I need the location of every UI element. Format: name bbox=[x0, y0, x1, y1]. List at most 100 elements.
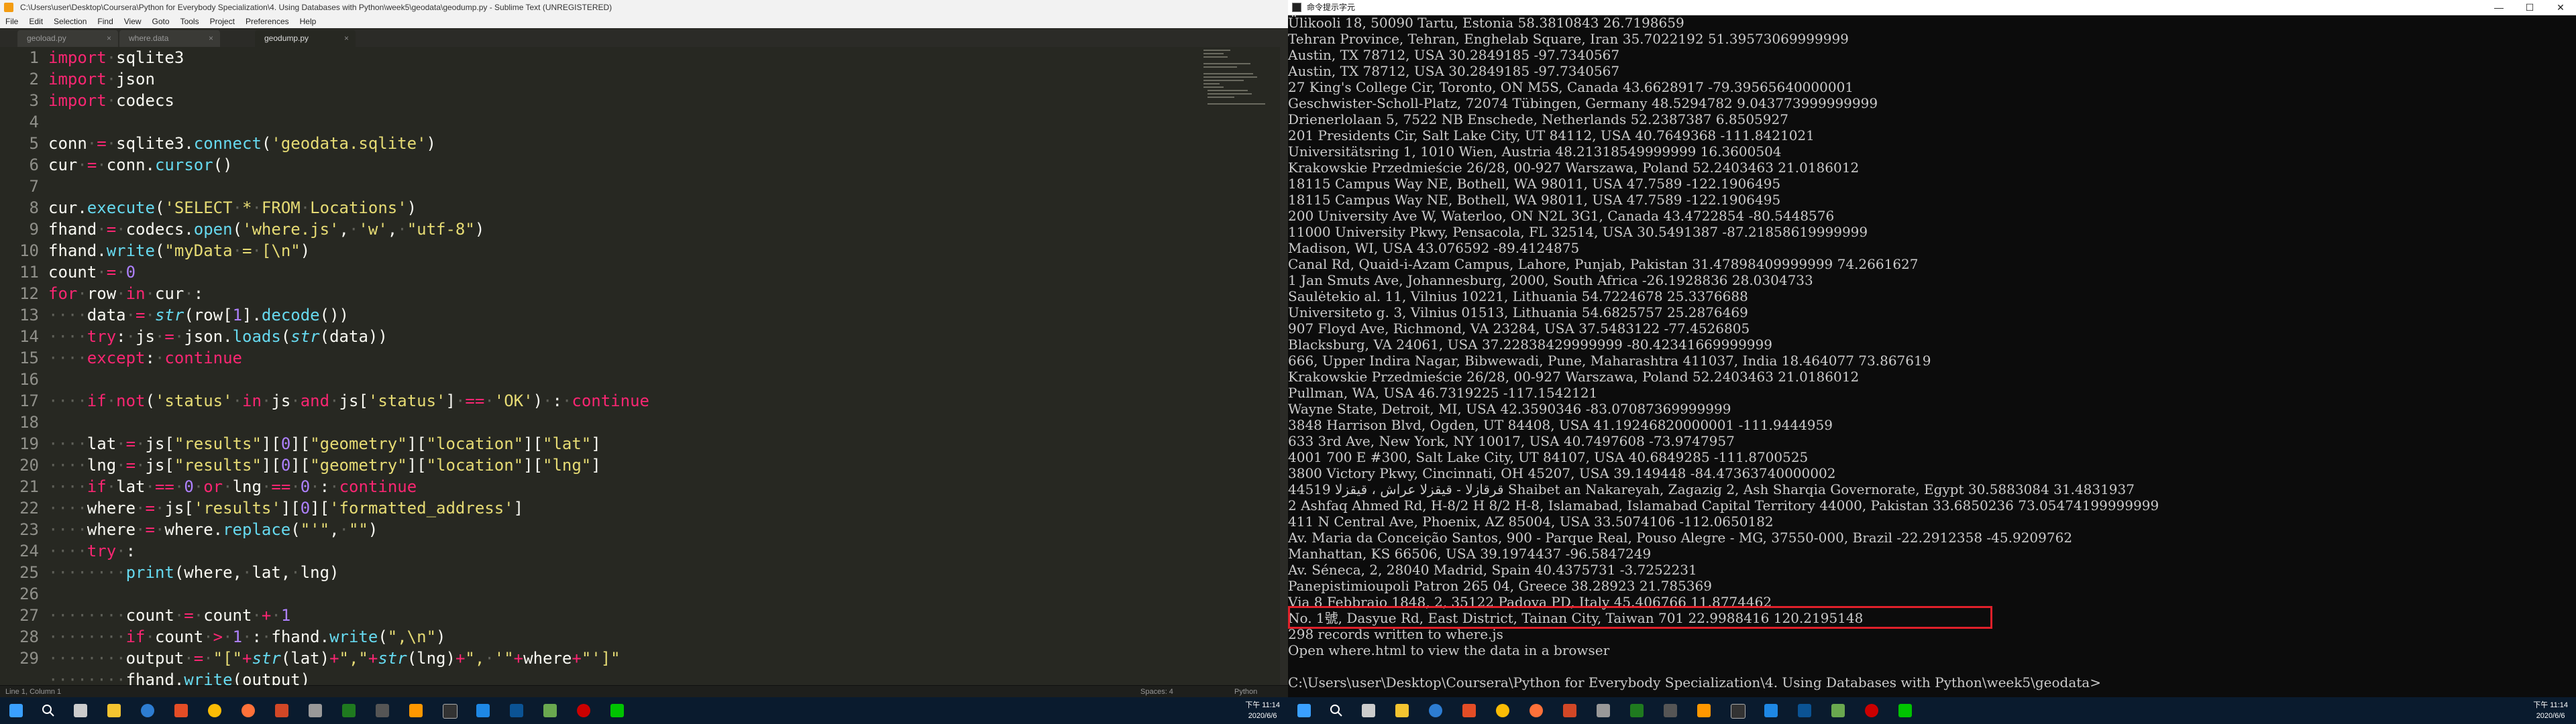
file-explorer-icon[interactable] bbox=[107, 704, 121, 717]
app-icon[interactable] bbox=[1597, 704, 1610, 717]
windows-start-icon[interactable] bbox=[1297, 704, 1311, 717]
app-icon[interactable] bbox=[275, 704, 288, 717]
cmd-taskbar-icon[interactable] bbox=[1731, 704, 1746, 719]
edge-icon[interactable] bbox=[141, 704, 154, 717]
menu-goto[interactable]: Goto bbox=[147, 15, 175, 28]
line-number: 29 bbox=[19, 649, 39, 668]
sublime-title: C:\Users\user\Desktop\Coursera\Python fo… bbox=[20, 3, 612, 12]
console-prompt[interactable]: C:\Users\user\Desktop\Coursera\Python fo… bbox=[1288, 674, 2101, 690]
line-number: 21 bbox=[19, 477, 39, 496]
clock-time: 下午 11:14 bbox=[2533, 701, 2568, 709]
tab-geodump[interactable]: geodump.py × bbox=[255, 30, 356, 47]
firefox-icon[interactable] bbox=[241, 704, 255, 717]
line-number: 16 bbox=[19, 370, 39, 389]
code-line: ········output·=·"["+str(lat)+","+str(ln… bbox=[48, 649, 621, 668]
maximize-icon[interactable]: ☐ bbox=[2514, 0, 2545, 15]
code-line: cur.execute('SELECT·*·FROM·Locations') bbox=[48, 198, 417, 217]
minimap[interactable] bbox=[1201, 47, 1268, 154]
menu-find[interactable]: Find bbox=[92, 15, 118, 28]
app-icon[interactable] bbox=[1563, 704, 1576, 717]
close-icon[interactable]: × bbox=[107, 30, 111, 47]
menu-tools[interactable]: Tools bbox=[175, 15, 205, 28]
app-icon[interactable] bbox=[1831, 704, 1845, 717]
menu-file[interactable]: File bbox=[0, 15, 23, 28]
app-icon[interactable] bbox=[1630, 704, 1644, 717]
sublime-taskbar-icon[interactable] bbox=[1697, 704, 1711, 717]
app-icon[interactable] bbox=[1798, 704, 1811, 717]
app-icon[interactable] bbox=[342, 704, 356, 717]
firefox-icon[interactable] bbox=[1529, 704, 1543, 717]
sublime-taskbar-icon[interactable] bbox=[409, 704, 423, 717]
menu-preferences[interactable]: Preferences bbox=[240, 15, 294, 28]
clock[interactable]: 下午 11:14 2020/6/6 bbox=[1245, 700, 1280, 721]
tab-where-data[interactable]: where.data × bbox=[119, 30, 220, 47]
console-line: 18115 Campus Way NE, Bothell, WA 98011, … bbox=[1288, 192, 1781, 208]
task-view-icon[interactable] bbox=[74, 704, 87, 717]
app-icon[interactable] bbox=[376, 704, 389, 717]
app-icon[interactable] bbox=[309, 704, 322, 717]
code-line: ····lng·=·js["results"][0]["geometry"]["… bbox=[48, 456, 601, 475]
line-number: 25 bbox=[19, 563, 39, 582]
console-line: 200 University Ave W, Waterloo, ON N2L 3… bbox=[1288, 208, 1835, 224]
windows-start-icon[interactable] bbox=[9, 704, 23, 717]
menu-help[interactable]: Help bbox=[294, 15, 322, 28]
app-icon[interactable] bbox=[510, 704, 523, 717]
cmd-taskbar-icon[interactable] bbox=[443, 704, 458, 719]
editor-scrollbar[interactable] bbox=[1280, 47, 1288, 685]
console-line: Universiteto g. 3, Vilnius 01513, Lithua… bbox=[1288, 304, 1748, 320]
app-icon[interactable] bbox=[1664, 704, 1677, 717]
app-icon[interactable] bbox=[543, 704, 557, 717]
console-line: Av. Maria da Conceição Santos, 900 - Par… bbox=[1288, 530, 2073, 546]
edge-icon[interactable] bbox=[1429, 704, 1442, 717]
minimize-icon[interactable]: — bbox=[2483, 0, 2514, 15]
office-icon[interactable] bbox=[1462, 704, 1476, 717]
tab-bar: ◂▸ geoload.py× where.data× geodump.py× bbox=[0, 28, 1288, 70]
search-icon[interactable] bbox=[42, 704, 55, 717]
line-number: 14 bbox=[19, 327, 39, 346]
close-icon[interactable]: × bbox=[344, 30, 349, 47]
app-icon[interactable] bbox=[1764, 704, 1778, 717]
code-line: ········count·=·count·+·1 bbox=[48, 606, 291, 625]
app-icon[interactable] bbox=[1865, 704, 1878, 717]
chrome-icon[interactable] bbox=[1496, 704, 1509, 717]
line-icon[interactable] bbox=[610, 704, 624, 717]
clock-date: 2020/6/6 bbox=[2536, 712, 2565, 720]
app-icon[interactable] bbox=[476, 704, 490, 717]
menu-edit[interactable]: Edit bbox=[23, 15, 48, 28]
code-editor[interactable]: 1 2 3 4 5 6 7 8 9 10 11 12 13 14 15 16 1… bbox=[0, 47, 1288, 689]
highlight-box bbox=[1288, 606, 1992, 629]
console-line: Geschwister-Scholl-Platz, 72074 Tübingen… bbox=[1288, 95, 1878, 111]
line-number: 26 bbox=[19, 585, 39, 603]
console-line: Panepistimioupoli Patron 265 04, Greece … bbox=[1288, 578, 1712, 594]
line-number: 3 bbox=[29, 91, 39, 110]
line-icon[interactable] bbox=[1898, 704, 1912, 717]
search-icon[interactable] bbox=[1330, 704, 1343, 717]
console-line: 201 Presidents Cir, Salt Lake City, UT 8… bbox=[1288, 127, 1815, 143]
code-line: import·codecs bbox=[48, 91, 174, 110]
console-line: Manhattan, KS 66506, USA 39.1974437 -96.… bbox=[1288, 546, 1652, 562]
office-icon[interactable] bbox=[174, 704, 188, 717]
line-number: 11 bbox=[19, 263, 39, 282]
status-indentation[interactable]: Spaces: 4 bbox=[1140, 686, 1173, 697]
console-line: 907 Floyd Ave, Richmond, VA 23284, USA 3… bbox=[1288, 320, 1750, 337]
console-line: 27 King's College Cir, Toronto, ON M5S, … bbox=[1288, 79, 1854, 95]
chrome-icon[interactable] bbox=[208, 704, 221, 717]
task-view-icon[interactable] bbox=[1362, 704, 1375, 717]
close-icon[interactable]: ✕ bbox=[2545, 0, 2576, 15]
console-line: Wayne State, Detroit, MI, USA 42.3590346… bbox=[1288, 401, 1731, 417]
menu-selection[interactable]: Selection bbox=[48, 15, 92, 28]
console-line: Tehran Province, Tehran, Enghelab Square… bbox=[1288, 31, 1849, 47]
menu-project[interactable]: Project bbox=[205, 15, 240, 28]
tab-geoload[interactable]: geoload.py × bbox=[17, 30, 118, 47]
code-line: ····data·=·str(row[1].decode()) bbox=[48, 306, 349, 324]
close-icon[interactable]: × bbox=[209, 30, 213, 47]
menu-view[interactable]: View bbox=[119, 15, 147, 28]
console-line: 1 Jan Smuts Ave, Johannesburg, 2000, Sou… bbox=[1288, 272, 1813, 288]
clock[interactable]: 下午 11:14 2020/6/6 bbox=[2533, 700, 2568, 721]
console-output[interactable]: Ülikooli 18, 50090 Tartu, Estonia 58.381… bbox=[1288, 15, 2576, 697]
code-line: for·row·in·cur·: bbox=[48, 284, 204, 303]
line-number-gutter: 1 2 3 4 5 6 7 8 9 10 11 12 13 14 15 16 1… bbox=[0, 47, 40, 685]
app-icon[interactable] bbox=[577, 704, 590, 717]
status-syntax[interactable]: Python bbox=[1234, 686, 1257, 697]
file-explorer-icon[interactable] bbox=[1395, 704, 1409, 717]
